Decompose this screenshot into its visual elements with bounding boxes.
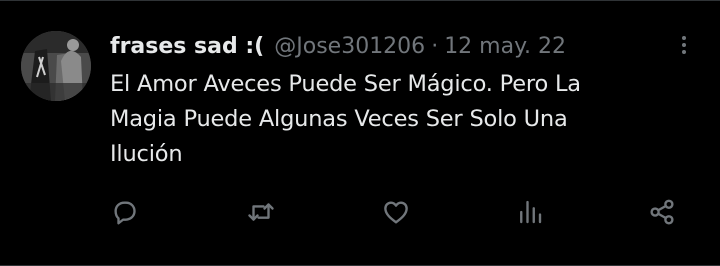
avatar-image xyxy=(21,31,91,101)
retweet-icon[interactable] xyxy=(246,197,276,227)
share-icon[interactable] xyxy=(647,197,677,227)
separator-dot: · xyxy=(431,33,439,59)
tweet-header: frases sad :( @Jose301206 · 12 may. 22 xyxy=(110,31,566,61)
tweet-text: El Amor Aveces Puede Ser Mágico. Pero La… xyxy=(110,71,581,167)
more-options-icon[interactable] xyxy=(672,33,696,57)
display-name[interactable]: frases sad :( xyxy=(110,34,264,59)
reply-icon[interactable] xyxy=(110,197,140,227)
tweet-date[interactable]: 12 may. 22 xyxy=(444,34,566,59)
like-icon[interactable] xyxy=(381,197,411,227)
avatar[interactable] xyxy=(21,31,91,101)
user-handle[interactable]: @Jose301206 xyxy=(274,34,425,59)
tweet-card[interactable]: frases sad :( @Jose301206 · 12 may. 22 E… xyxy=(0,0,720,266)
views-icon[interactable] xyxy=(515,197,545,227)
